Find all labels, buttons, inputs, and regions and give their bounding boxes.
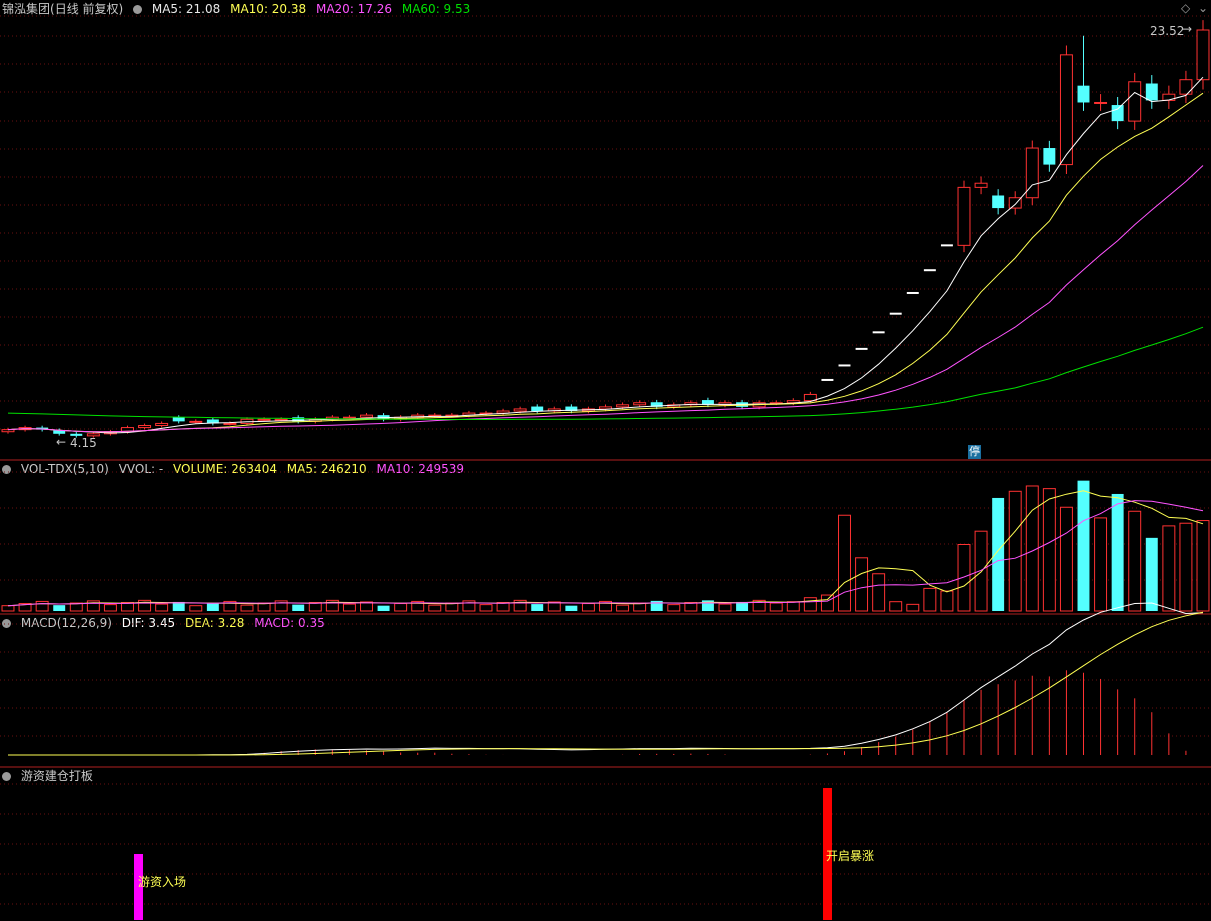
low-arrow-icon: ←	[56, 435, 67, 449]
volume-bar-up	[1128, 510, 1142, 612]
price-low-label: 4.15	[70, 436, 97, 450]
candle-up	[1094, 101, 1108, 104]
volume-bar-up	[189, 605, 203, 612]
volume-bar-up	[872, 573, 886, 612]
volume-bar-up	[1094, 517, 1108, 612]
candle-down	[1043, 148, 1056, 165]
volume-bar-up	[906, 603, 920, 612]
volume-bar-down	[992, 497, 1005, 611]
candle-up	[257, 418, 271, 421]
volume-bar-up	[155, 603, 169, 612]
volume-bar-up	[428, 604, 442, 612]
volume-ma10-line	[7, 500, 1204, 607]
volume-bar-up	[838, 514, 851, 612]
volume-bar-up	[769, 602, 783, 612]
volume-bar-down	[377, 605, 390, 611]
candle-up	[342, 416, 356, 419]
candle-up	[274, 418, 288, 421]
candle-up	[974, 182, 988, 188]
candle-down	[992, 195, 1005, 209]
candle-up	[1162, 93, 1176, 101]
halt-marker: 停	[968, 445, 981, 459]
volume-bar-up	[974, 530, 988, 612]
volume-bar-up	[1, 605, 15, 612]
surge-signal-label: 开启暴涨	[826, 849, 875, 863]
kline-chart[interactable]	[0, 0, 1211, 921]
volume-bar-down	[531, 604, 544, 611]
volume-bar-up	[103, 604, 117, 612]
volume-bar-up	[718, 603, 732, 612]
volume-bar-up	[342, 603, 356, 612]
candle-up	[189, 420, 203, 423]
volume-bar-up	[855, 557, 869, 612]
dea-line	[8, 611, 1204, 756]
candle-down	[1145, 83, 1158, 101]
volume-bar-up	[240, 604, 254, 612]
dif-line	[8, 602, 1204, 756]
volume-bar-up	[1196, 520, 1210, 612]
volume-bar-up	[820, 594, 834, 612]
volume-bar-up	[1059, 506, 1073, 612]
volume-bar-up	[1042, 488, 1056, 612]
volume-bar-up	[1008, 490, 1022, 612]
candle-up	[1128, 81, 1142, 122]
volume-bar-down	[206, 603, 219, 611]
volume-bar-up	[667, 604, 681, 612]
volume-bar-up	[786, 601, 800, 612]
volume-bar-up	[803, 597, 817, 612]
entry-signal-label: 游资入场	[138, 875, 187, 889]
volume-bar-down	[53, 605, 66, 611]
volume-bar-up	[479, 604, 493, 612]
price-high-label: 23.52	[1150, 24, 1185, 38]
volume-bar-up	[581, 603, 595, 612]
volume-bar-up	[1179, 522, 1193, 612]
volume-bar-down	[292, 604, 305, 611]
high-arrow-icon: →	[1182, 22, 1193, 36]
volume-ma5-line	[7, 490, 1204, 607]
candle-down	[531, 406, 544, 412]
volume-bar-down	[565, 605, 578, 611]
ma20-line	[7, 165, 1204, 433]
candle-up	[1196, 29, 1210, 81]
volume-bar-up	[923, 587, 937, 612]
ma5-line	[7, 76, 1204, 434]
volume-bar-down	[1145, 537, 1158, 611]
volume-bar-up	[957, 544, 971, 612]
candle-up	[616, 404, 630, 408]
candle-up	[138, 425, 152, 429]
candle-up	[957, 186, 971, 246]
volume-bar-up	[35, 600, 49, 612]
volume-bar-down	[1077, 480, 1090, 611]
volume-bar-up	[616, 604, 630, 612]
volume-bar-up	[1162, 525, 1176, 612]
candle-down	[1111, 105, 1124, 122]
candle-down	[1077, 85, 1090, 103]
candle-up	[155, 422, 169, 427]
volume-bar-down	[1111, 493, 1124, 611]
candle-down	[172, 417, 185, 422]
candle-up	[1179, 79, 1193, 95]
candle-up	[360, 414, 373, 418]
volume-bar-up	[889, 601, 903, 612]
candle-up	[223, 422, 237, 425]
candle-up	[633, 402, 647, 406]
candle-up	[513, 408, 527, 412]
candle-up	[1, 429, 15, 433]
ma10-line	[7, 92, 1204, 433]
volume-bar-up	[394, 603, 408, 612]
volume-bar-up	[940, 590, 954, 612]
candle-up	[1059, 54, 1073, 166]
